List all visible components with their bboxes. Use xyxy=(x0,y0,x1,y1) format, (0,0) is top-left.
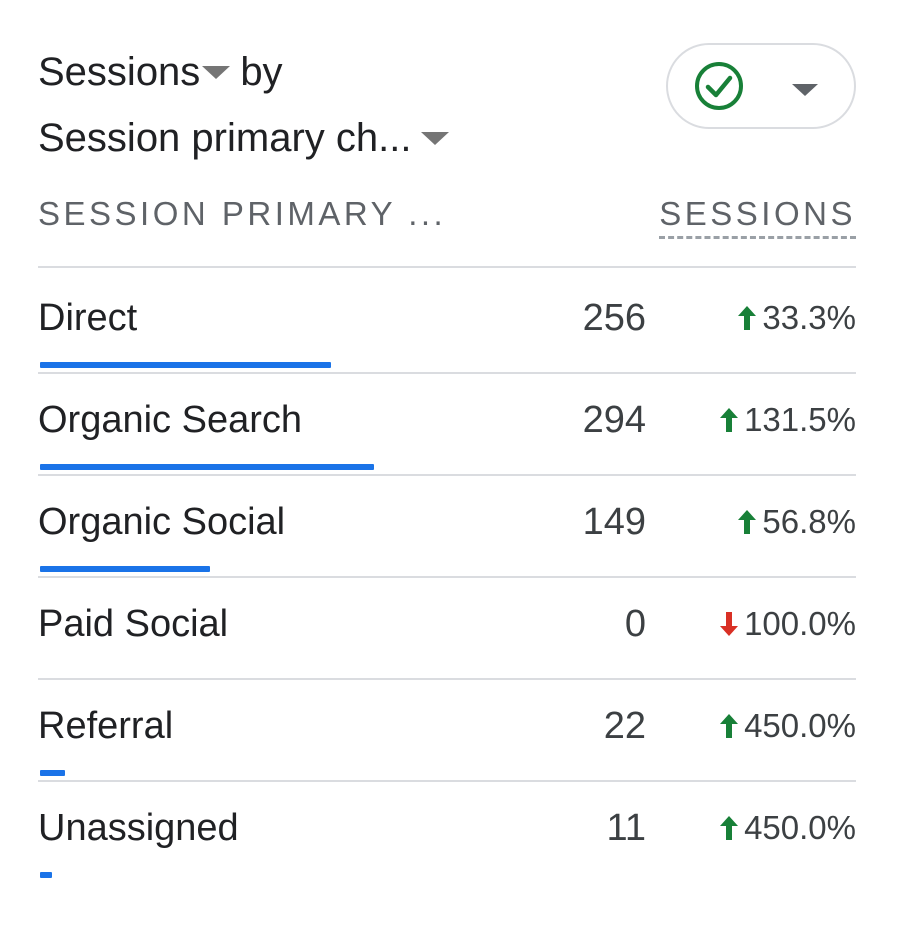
row-label: Organic Search xyxy=(38,399,303,441)
row-sessions-value: 22 xyxy=(603,705,646,747)
row-share-bar xyxy=(40,566,210,572)
row-change: 450.0% xyxy=(718,706,856,746)
arrow-up-icon xyxy=(720,714,739,738)
row-change: 100.0% xyxy=(718,604,856,644)
dimension-dropdown-icon[interactable] xyxy=(421,131,450,145)
check-circle-icon xyxy=(695,62,743,110)
row-label: Direct xyxy=(38,297,138,339)
row-share-bar xyxy=(40,770,65,776)
metric-dropdown-icon[interactable] xyxy=(202,65,231,79)
table-row[interactable]: Organic Search 294 131.5% xyxy=(38,370,856,472)
chevron-down-icon xyxy=(792,84,818,96)
row-change: 33.3% xyxy=(736,298,856,338)
row-change-percent: 33.3% xyxy=(762,299,856,336)
arrow-up-icon xyxy=(738,510,757,534)
card-title-line-1: Sessions by xyxy=(38,48,283,96)
row-change: 450.0% xyxy=(718,808,856,848)
row-label: Paid Social xyxy=(38,603,229,645)
row-share-bar xyxy=(40,872,52,878)
row-sessions-value: 11 xyxy=(606,807,646,849)
row-sessions-value: 149 xyxy=(582,501,646,543)
table-row[interactable]: Organic Social 149 56.8% xyxy=(38,472,856,574)
row-change-percent: 450.0% xyxy=(744,707,856,744)
card-title-line-2: Session primary ch... xyxy=(38,114,455,162)
table-row[interactable]: Unassigned 11 450.0% xyxy=(38,778,856,880)
row-sessions-value: 0 xyxy=(624,603,646,645)
arrow-up-icon xyxy=(720,816,739,840)
comparison-filter-button[interactable] xyxy=(666,43,856,129)
table-row[interactable]: Referral 22 450.0% xyxy=(38,676,856,778)
table-row[interactable]: Direct 256 33.3% xyxy=(38,268,856,370)
row-sessions-value: 256 xyxy=(582,297,646,339)
row-label: Referral xyxy=(38,705,174,747)
sessions-card: Sessions by Session primary ch... SESSIO… xyxy=(0,0,908,940)
row-label: Organic Social xyxy=(38,501,286,543)
row-change-percent: 56.8% xyxy=(762,503,856,540)
row-change-percent: 131.5% xyxy=(744,401,856,438)
dimension-selector-label[interactable]: Session primary ch... xyxy=(38,114,411,162)
arrow-up-icon xyxy=(738,306,757,330)
metric-selector-label[interactable]: Sessions xyxy=(38,48,200,96)
row-change-percent: 100.0% xyxy=(744,605,856,642)
arrow-down-icon xyxy=(720,612,739,636)
row-change: 56.8% xyxy=(736,502,856,542)
sessions-column-header[interactable]: SESSIONS xyxy=(659,194,856,239)
row-share-bar xyxy=(40,464,374,470)
arrow-up-icon xyxy=(720,408,739,432)
row-sessions-value: 294 xyxy=(582,399,646,441)
row-label: Unassigned xyxy=(38,807,239,849)
table-row[interactable]: Paid Social 0 100.0% xyxy=(38,574,856,676)
by-label: by xyxy=(240,50,283,94)
row-share-bar xyxy=(40,362,331,368)
row-change: 131.5% xyxy=(718,400,856,440)
row-change-percent: 450.0% xyxy=(744,809,856,846)
dimension-column-header: SESSION PRIMARY ... xyxy=(38,195,447,232)
